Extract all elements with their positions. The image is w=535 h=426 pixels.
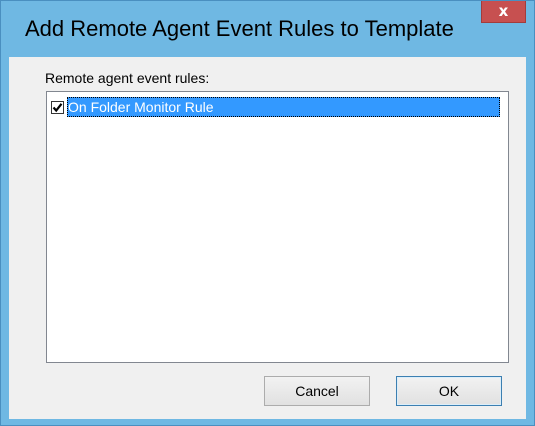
list-item[interactable]: On Folder Monitor Rule xyxy=(51,97,500,117)
title-bar[interactable]: Add Remote Agent Event Rules to Template… xyxy=(1,1,534,57)
cancel-button[interactable]: Cancel xyxy=(264,376,370,406)
close-button[interactable]: x xyxy=(481,1,526,23)
checkmark-icon xyxy=(52,102,63,112)
close-icon: x xyxy=(498,2,509,20)
rule-checkbox[interactable] xyxy=(51,100,64,114)
ok-button[interactable]: OK xyxy=(396,376,502,406)
rules-listbox[interactable]: On Folder Monitor Rule xyxy=(46,91,509,363)
dialog-window: Add Remote Agent Event Rules to Template… xyxy=(0,0,535,426)
rule-item-label[interactable]: On Folder Monitor Rule xyxy=(67,97,500,117)
rules-list-label: Remote agent event rules: xyxy=(45,70,210,86)
dialog-title: Add Remote Agent Event Rules to Template xyxy=(25,16,454,41)
dialog-body: Remote agent event rules: On Folder Moni… xyxy=(9,57,526,419)
